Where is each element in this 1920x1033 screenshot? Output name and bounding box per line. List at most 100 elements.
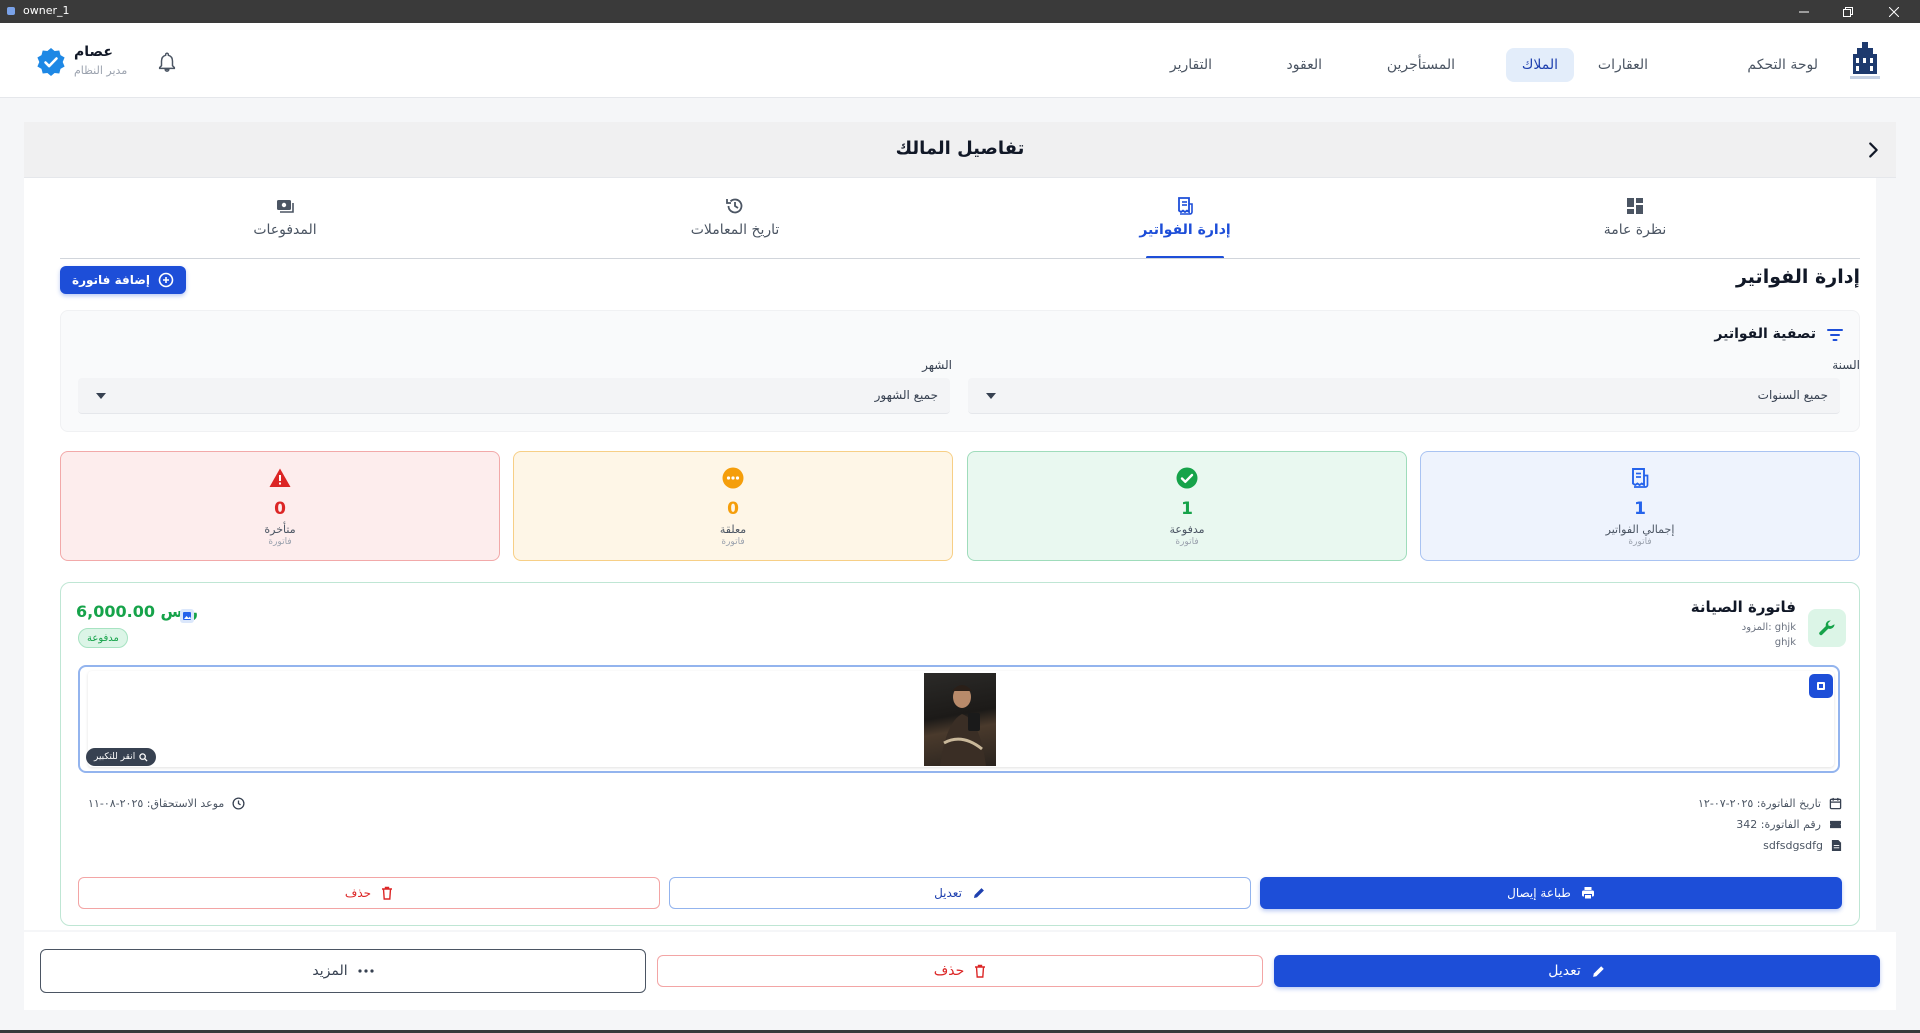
filter-icon <box>1826 326 1844 344</box>
stat-sub: فاتورة <box>1628 537 1652 547</box>
month-select-value: جميع الشهور <box>874 388 938 402</box>
invoice-number-row: رقم الفاتورة: 342 <box>1736 818 1842 831</box>
year-select-value: جميع السنوات <box>1757 388 1828 402</box>
more-options-label: المزيد <box>312 963 348 979</box>
view-image-button[interactable] <box>1809 674 1833 698</box>
dropdown-arrow-icon <box>986 393 996 399</box>
pencil-icon <box>973 888 984 898</box>
year-select[interactable]: جميع السنوات <box>968 378 1840 414</box>
receipt-icon <box>1178 197 1193 215</box>
invoice-title: فاتورة الصيانة <box>1690 598 1796 616</box>
tab-overview[interactable]: نظرة عامة <box>1410 192 1860 258</box>
stat-label: مدفوعة <box>1169 523 1205 536</box>
month-select[interactable]: جميع الشهور <box>78 378 950 414</box>
restore-icon[interactable] <box>1828 0 1868 23</box>
print-receipt-button[interactable]: طباعة إيصال <box>1260 877 1842 909</box>
due-date: موعد الاستحقاق: ٢٠٢٥-٠٨-١١ <box>88 797 225 810</box>
invoice-number: رقم الفاتورة: 342 <box>1736 818 1821 831</box>
edit-invoice-button[interactable]: تعديل <box>669 877 1251 909</box>
stat-sub: فاتورة <box>268 537 292 547</box>
document-icon <box>1831 840 1842 851</box>
stat-label: إجمالي الفواتير <box>1605 523 1675 536</box>
tab-transactions-history[interactable]: تاريخ المعاملات <box>510 192 960 258</box>
history-icon <box>726 198 743 214</box>
more-options-button[interactable]: المزيد <box>40 949 646 993</box>
tabs-divider <box>60 258 1860 259</box>
stat-label: متأخرة <box>264 523 296 536</box>
app-icon <box>6 6 16 16</box>
nav-reports[interactable]: التقارير <box>1154 48 1228 82</box>
tab-label: المدفوعات <box>253 222 317 238</box>
nav-properties[interactable]: العقارات <box>1582 48 1664 82</box>
stat-value: 0 <box>727 499 739 519</box>
invoice-description-row: sdfsdgsdfg <box>1763 839 1842 852</box>
due-date-row: موعد الاستحقاق: ٢٠٢٥-٠٨-١١ <box>88 797 245 810</box>
verified-badge-icon <box>36 47 66 77</box>
invoice-date-row: تاريخ الفاتورة: ٢٠٢٥-٠٧-١٢ <box>1698 797 1842 810</box>
pencil-icon <box>1592 965 1604 977</box>
tab-label: إدارة الفواتير <box>1139 222 1231 238</box>
stat-card-overdue: 0 متأخرة فاتورة <box>60 451 500 561</box>
stat-card-paid: 1 مدفوعة فاتورة <box>967 451 1407 561</box>
user-name[interactable]: عصام <box>74 44 113 60</box>
nav-tenants[interactable]: المستأجرين <box>1371 48 1471 82</box>
month-label: الشهر <box>922 358 952 372</box>
edit-owner-button[interactable]: تعديل <box>1274 955 1880 987</box>
tab-label: تاريخ المعاملات <box>690 222 780 238</box>
page-header: تفاصيل المالك <box>24 122 1896 178</box>
tab-label: نظرة عامة <box>1603 222 1667 238</box>
window-title: owner_1 <box>23 4 70 17</box>
trash-icon <box>975 964 986 978</box>
invoice-vendor-detail: ghjk <box>1774 637 1796 648</box>
receipt-icon <box>1632 468 1649 488</box>
stat-value: 1 <box>1181 499 1193 519</box>
more-horizontal-icon <box>358 969 374 973</box>
nav-owners[interactable]: الملاك <box>1505 48 1574 82</box>
payments-icon <box>277 200 294 213</box>
wrench-icon <box>1808 609 1846 647</box>
clock-icon <box>232 797 245 810</box>
image-icon[interactable] <box>180 609 194 623</box>
zoom-hint-badge[interactable]: انقر للتكبير <box>86 748 157 766</box>
invoice-vendor: المزود: ghjk <box>1741 622 1796 633</box>
delete-invoice-button[interactable]: حذف <box>78 877 660 909</box>
stat-card-total: 1 إجمالي الفواتير فاتورة <box>1420 451 1860 561</box>
add-invoice-label: إضافة فاتورة <box>72 273 150 287</box>
close-icon[interactable] <box>1874 0 1914 23</box>
stat-value: 1 <box>1634 499 1646 519</box>
stat-sub: فاتورة <box>721 537 745 547</box>
check-circle-icon <box>1176 467 1198 489</box>
edit-invoice-label: تعديل <box>934 886 962 900</box>
delete-owner-label: حذف <box>933 963 965 979</box>
receipt-image[interactable] <box>924 673 996 766</box>
warning-icon <box>269 468 291 487</box>
calendar-icon <box>1829 797 1842 810</box>
edit-owner-label: تعديل <box>1548 963 1581 979</box>
year-label: السنة <box>1832 358 1860 372</box>
top-navbar: لوحة التحكم العقارات الملاك المستأجرين ا… <box>0 23 1920 98</box>
notifications-bell-icon[interactable] <box>156 50 178 74</box>
tab-invoices[interactable]: إدارة الفواتير <box>960 192 1410 258</box>
tab-payments[interactable]: المدفوعات <box>60 192 510 258</box>
delete-owner-button[interactable]: حذف <box>657 955 1263 987</box>
user-role: مدير النظام <box>74 64 128 77</box>
printer-icon <box>1581 887 1594 900</box>
chevron-right-icon[interactable] <box>1862 139 1884 161</box>
window-titlebar: owner_1 <box>0 0 1920 23</box>
invoice-date: تاريخ الفاتورة: ٢٠٢٥-٠٧-١٢ <box>1698 797 1821 810</box>
nav-dashboard[interactable]: لوحة التحكم <box>1731 48 1834 82</box>
search-icon <box>139 752 148 762</box>
minimize-icon[interactable] <box>1784 0 1824 23</box>
add-circle-icon <box>158 272 174 288</box>
stat-card-pending: 0 معلقة فاتورة <box>513 451 953 561</box>
ticket-icon <box>1830 820 1841 829</box>
app-logo[interactable] <box>1850 40 1880 80</box>
filter-title: تصفية الفواتير <box>1714 326 1816 342</box>
page-title: تفاصيل المالك <box>895 138 1025 159</box>
stat-sub: فاتورة <box>1175 537 1199 547</box>
print-receipt-label: طباعة إيصال <box>1507 886 1571 900</box>
nav-contracts[interactable]: العقود <box>1271 48 1338 82</box>
add-invoice-button[interactable]: إضافة فاتورة <box>60 266 186 294</box>
dropdown-arrow-icon <box>96 393 106 399</box>
pending-icon <box>722 467 744 489</box>
